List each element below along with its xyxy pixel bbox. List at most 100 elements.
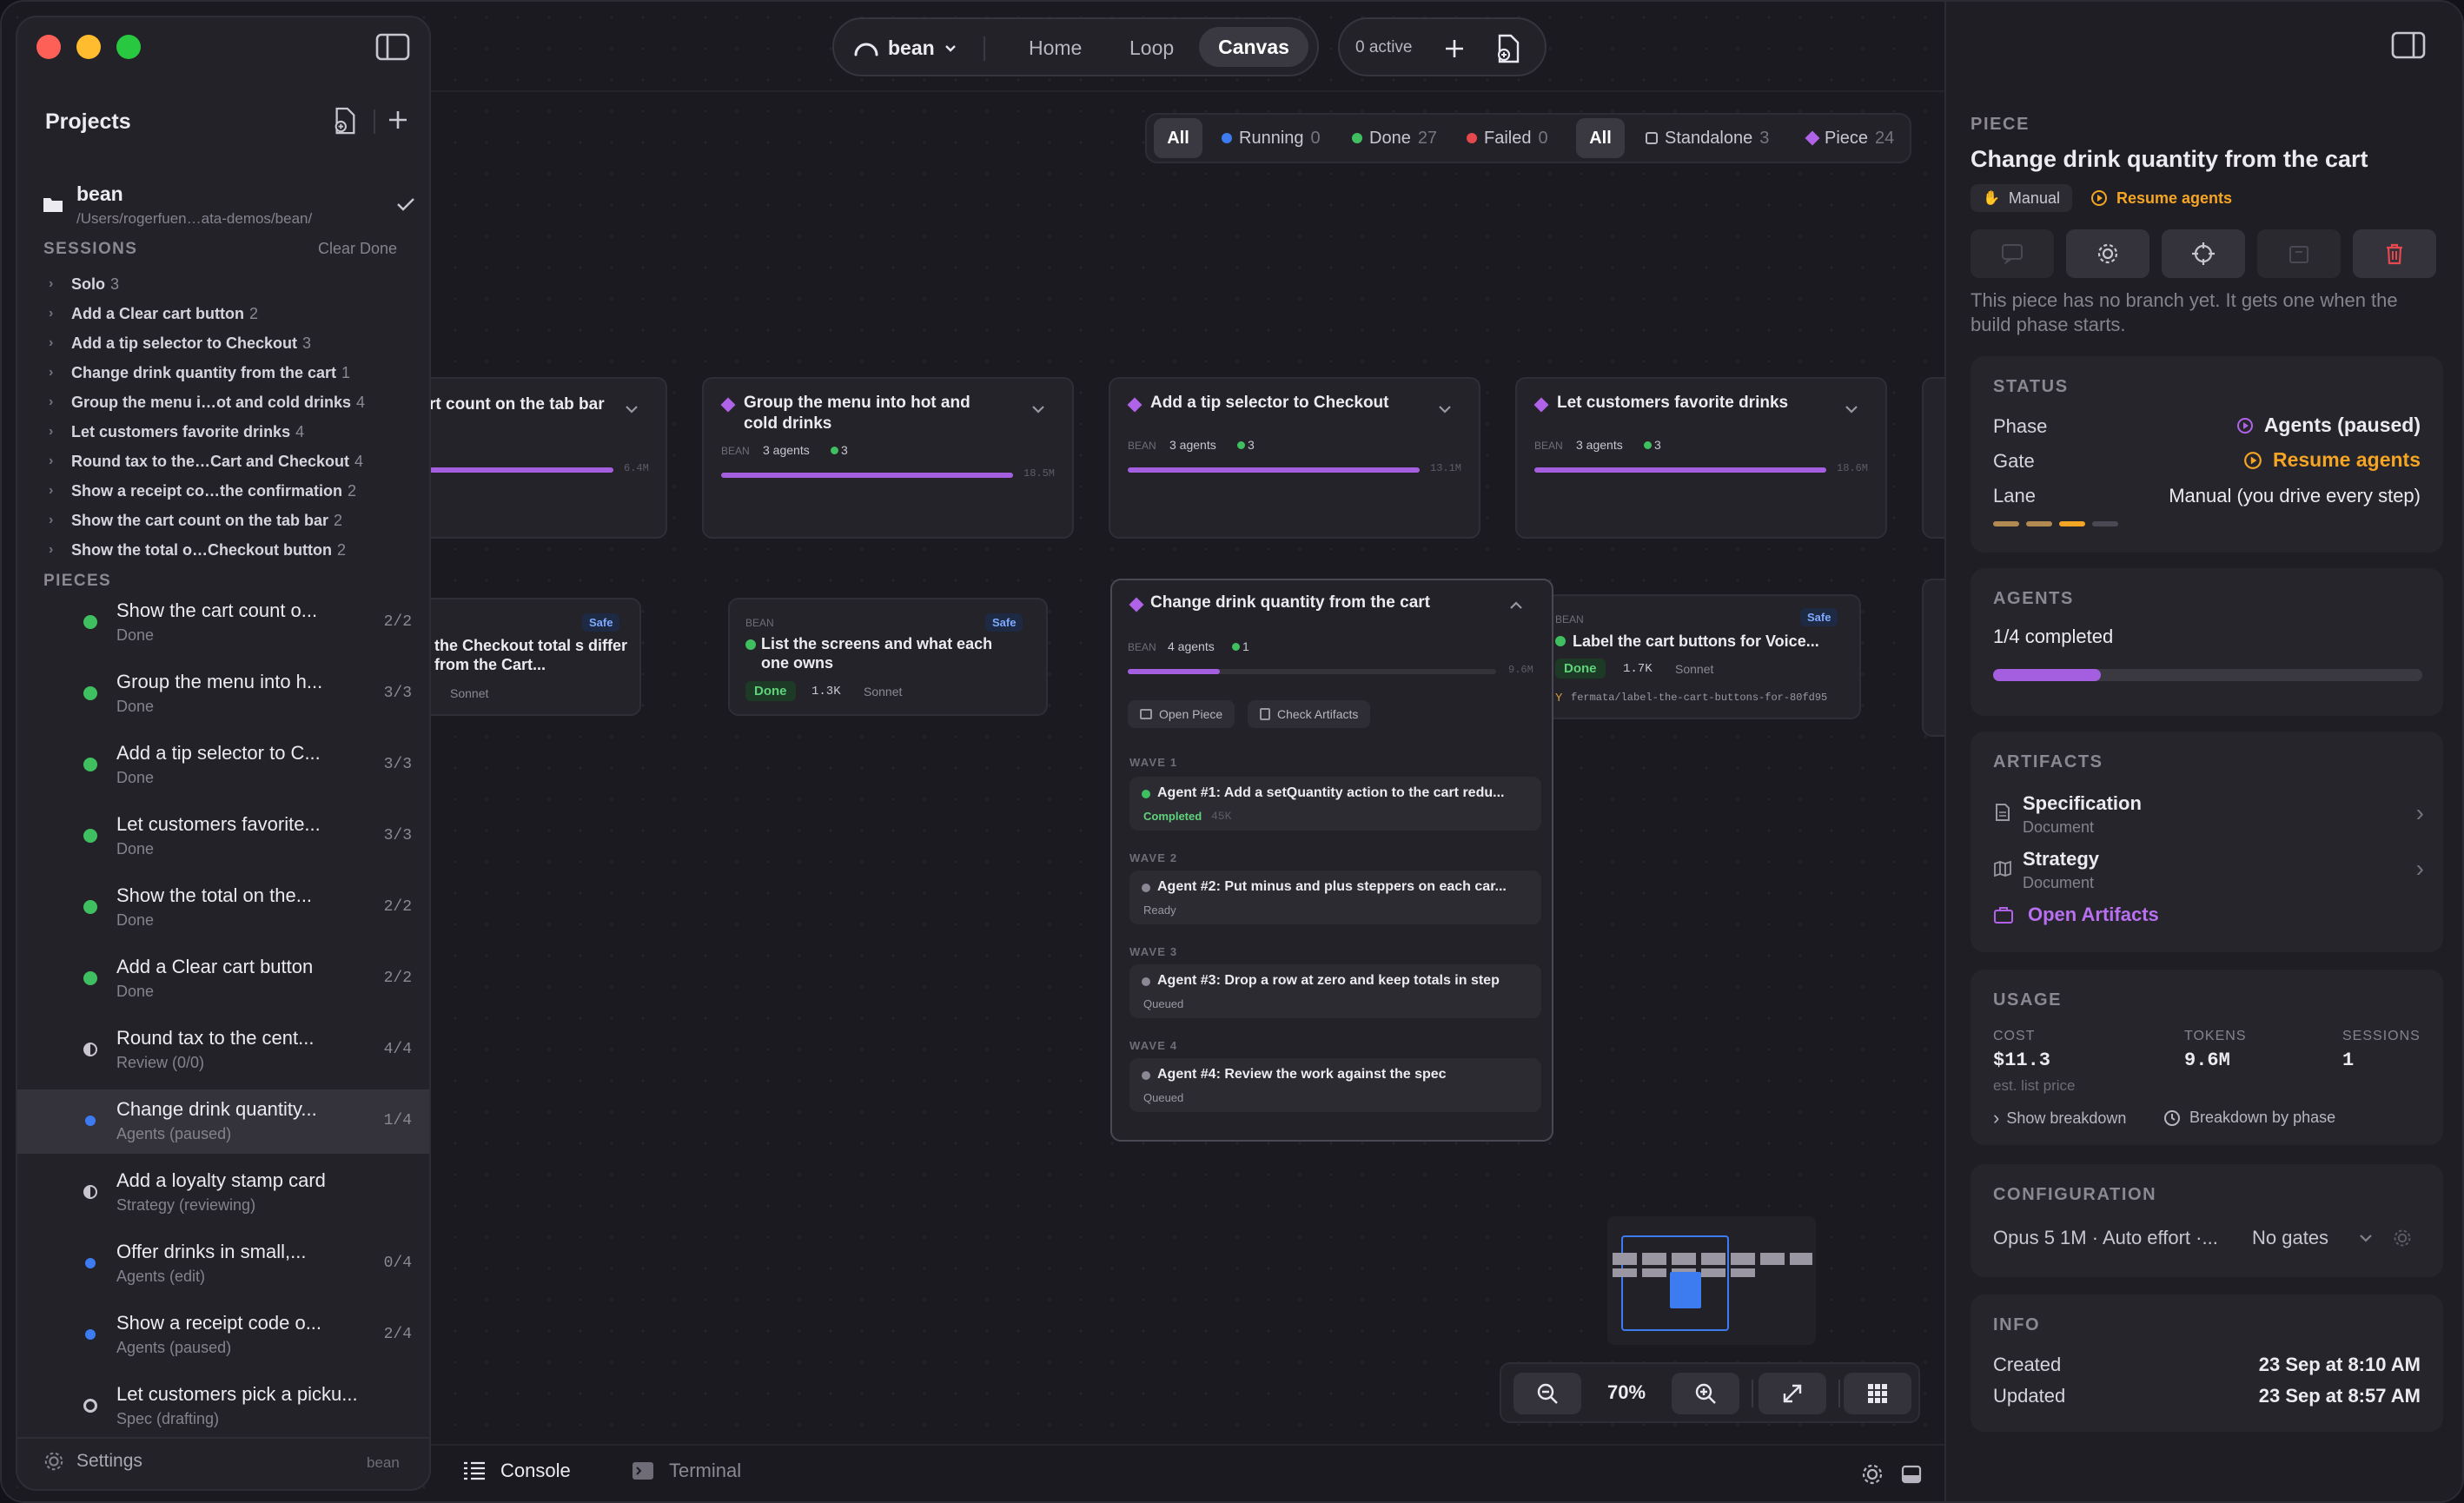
chevron-down-icon[interactable]	[2358, 1230, 2374, 1246]
piece-title: Add a Clear cart button	[116, 956, 314, 977]
session-group[interactable]: › Solo 3	[49, 271, 119, 297]
config-model[interactable]: Opus 5 1M · Auto effort ·...	[1993, 1227, 2218, 1249]
open-artifacts-link[interactable]: Open Artifacts	[1993, 904, 2159, 926]
session-group[interactable]: › Group the menu i…ot and cold drinks 4	[49, 389, 365, 415]
resume-agents-link[interactable]: Resume agents	[2090, 184, 2232, 212]
session-card-label-cart[interactable]: BEAN Safe Label the cart buttons for Voi…	[1547, 594, 1861, 719]
sidebar-right-toggle-icon[interactable]	[2391, 31, 2426, 59]
zoom-window-button[interactable]	[116, 35, 141, 59]
agent-row-1[interactable]: Agent #1: Add a setQuantity action to th…	[1129, 777, 1541, 831]
mode-badge[interactable]: ✋ Manual	[1971, 184, 2072, 212]
artifact-specification[interactable]: Specification Document ›	[1988, 789, 2431, 839]
session-group[interactable]: › Add a tip selector to Checkout 3	[49, 330, 311, 356]
piece-status: Done	[116, 698, 155, 715]
artifact-strategy[interactable]: Strategy Document ›	[1988, 844, 2431, 895]
nav-canvas[interactable]: Canvas	[1199, 27, 1308, 67]
zoom-in-button[interactable]	[1672, 1373, 1739, 1414]
piece-list-item[interactable]: Add a loyalty stamp card Strategy (review…	[17, 1161, 429, 1225]
show-breakdown-button[interactable]: › Show breakdown	[1993, 1107, 2126, 1129]
zoom-out-icon	[1537, 1383, 1558, 1404]
filter-done[interactable]: Done 27	[1352, 118, 1437, 158]
delete-button[interactable]	[2353, 229, 2436, 278]
filter-all-kind[interactable]: All	[1576, 118, 1625, 158]
chevron-up-icon[interactable]	[1508, 598, 1524, 613]
chevron-down-icon[interactable]	[1437, 401, 1453, 417]
piece-list-item[interactable]: Group the menu into h... Done 3/3	[17, 662, 429, 726]
settings-button[interactable]: Settings	[43, 1451, 142, 1472]
piece-list-item[interactable]: Round tax to the cent... Review (0/0) 4/4	[17, 1018, 429, 1083]
config-gates[interactable]: No gates	[2252, 1227, 2328, 1249]
clear-done-button[interactable]: Clear Done	[318, 240, 397, 258]
open-piece-button[interactable]: Open Piece	[1128, 700, 1235, 728]
agent-row-2[interactable]: Agent #2: Put minus and plus steppers on…	[1129, 871, 1541, 924]
minimap-blocks	[1613, 1253, 1812, 1265]
piece-card-favorite-drinks[interactable]: Let customers favorite drinks BEAN 3 age…	[1515, 377, 1887, 539]
chevron-down-icon[interactable]	[624, 401, 639, 417]
piece-list-item[interactable]: Add a tip selector to C... Done 3/3	[17, 733, 429, 798]
chevron-down-icon[interactable]	[1844, 401, 1859, 417]
minimize-window-button[interactable]	[76, 35, 101, 59]
close-window-button[interactable]	[36, 35, 61, 59]
session-group[interactable]: › Show the cart count on the tab bar 2	[49, 507, 342, 533]
minimap[interactable]	[1607, 1216, 1816, 1345]
piece-list-item[interactable]: Show the total on the... Done 2/2	[17, 876, 429, 940]
grid-view-button[interactable]	[1844, 1373, 1911, 1414]
gate-value[interactable]: Resume agents	[2243, 448, 2421, 472]
terminal-tab[interactable]: Terminal	[631, 1460, 741, 1482]
session-group[interactable]: › Show a receipt co…the confirmation 2	[49, 478, 356, 504]
gear-icon[interactable]	[2393, 1228, 2412, 1248]
piece-title: Show the total on the...	[116, 884, 313, 906]
terminal-icon	[633, 1462, 653, 1480]
piece-list-item[interactable]: Let customers favorite... Done 3/3	[17, 804, 429, 869]
filter-running[interactable]: Running 0	[1222, 118, 1321, 158]
chevron-down-icon[interactable]	[1030, 401, 1046, 417]
filter-standalone[interactable]: Standalone 3	[1646, 118, 1769, 158]
new-file-icon[interactable]	[332, 106, 358, 136]
fit-view-button[interactable]	[1759, 1373, 1826, 1414]
breakdown-by-phase-button[interactable]: Breakdown by phase	[2163, 1109, 2335, 1127]
zoom-out-button[interactable]	[1514, 1373, 1581, 1414]
piece-list-item[interactable]: Let customers pick a picku... Spec (draft…	[17, 1374, 429, 1439]
piece-card-cart-count[interactable]: rt count on the tab bar 6.4M	[410, 377, 667, 539]
session-group[interactable]: › Add a Clear cart button 2	[49, 301, 258, 327]
session-group[interactable]: › Round tax to the…Cart and Checkout 4	[49, 448, 363, 474]
card-tokens: 18.5M	[1023, 467, 1056, 480]
piece-card-change-quantity[interactable]: Change drink quantity from the cart BEAN…	[1110, 579, 1553, 1142]
check-artifacts-button[interactable]: Check Artifacts	[1248, 700, 1371, 728]
gear-icon[interactable]	[1861, 1463, 1884, 1486]
piece-list-item[interactable]: Change drink quantity... Agents (paused) 1…	[17, 1089, 429, 1154]
session-group[interactable]: › Let customers favorite drinks 4	[49, 419, 304, 445]
session-group[interactable]: › Change drink quantity from the cart 1	[49, 360, 350, 386]
session-card-list-screens[interactable]: BEAN Safe List the screens and what each…	[728, 598, 1048, 716]
filter-failed[interactable]: Failed 0	[1467, 118, 1548, 158]
nav-home[interactable]: Home	[1029, 36, 1082, 60]
console-tab[interactable]: Console	[462, 1460, 571, 1482]
agent-row-4[interactable]: Agent #4: Review the work against the sp…	[1129, 1058, 1541, 1112]
agent-row-3[interactable]: Agent #3: Drop a row at zero and keep to…	[1129, 964, 1541, 1018]
session-card-checkout-total[interactable]: Safe the Checkout total s differ from th…	[410, 598, 641, 716]
piece-card-tip-selector[interactable]: Add a tip selector to Checkout BEAN 3 ag…	[1109, 377, 1480, 539]
piece-list-item[interactable]: Show a receipt code o... Agents (paused) 2…	[17, 1303, 429, 1367]
project-switcher[interactable]: bean	[853, 33, 957, 63]
filter-all-status[interactable]: All	[1154, 118, 1202, 158]
nav-loop[interactable]: Loop	[1129, 36, 1174, 60]
sidebar-toggle-icon[interactable]	[375, 33, 410, 61]
status-section: STATUS Phase Agents (paused) Gate Resume…	[1971, 356, 2443, 553]
panel-bottom-icon[interactable]	[1901, 1465, 1922, 1484]
plus-icon[interactable]	[1442, 36, 1467, 61]
comment-button[interactable]	[1971, 229, 2054, 278]
piece-list-item[interactable]: Offer drinks in small,... Agents (edit) 0/…	[17, 1232, 429, 1296]
session-group[interactable]: › Show the total o…Checkout button 2	[49, 537, 346, 563]
piece-list-item[interactable]: Add a Clear cart button Done 2/2	[17, 947, 429, 1011]
piece-card-group-menu[interactable]: Group the menu into hot and cold drinks …	[702, 377, 1074, 539]
piece-progress: 3/3	[383, 756, 412, 773]
piece-list-item[interactable]: Show the cart count o... Done 2/2	[17, 591, 429, 655]
piece-title: Change drink quantity...	[116, 1098, 317, 1120]
settings-button[interactable]	[2066, 229, 2149, 278]
plus-icon[interactable]	[386, 108, 410, 132]
focus-button[interactable]	[2162, 229, 2245, 278]
archive-button[interactable]	[2257, 229, 2341, 278]
project-row[interactable]: bean /Users/rogerfuen…ata-demos/bean/	[28, 165, 421, 229]
new-file-icon[interactable]	[1494, 33, 1522, 64]
filter-piece[interactable]: Piece 24	[1805, 118, 1894, 158]
